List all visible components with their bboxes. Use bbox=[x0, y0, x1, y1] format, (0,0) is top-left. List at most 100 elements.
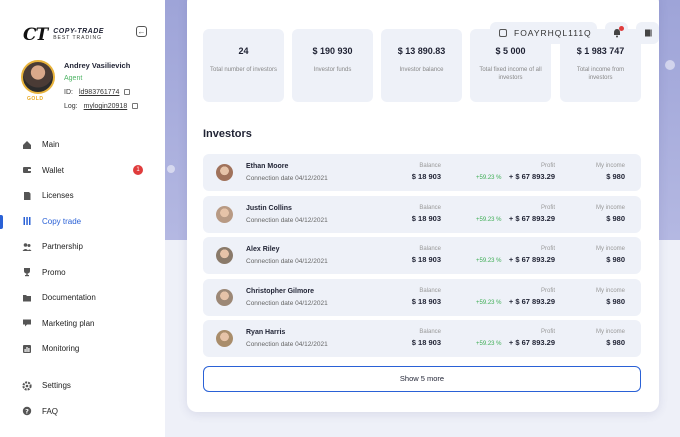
stat-value: $ 5 000 bbox=[495, 46, 526, 56]
sidebar-item-label: FAQ bbox=[42, 406, 59, 416]
profit-cell: Profit + $ 67 893.29 bbox=[503, 329, 555, 347]
balance-value: $ 18 903 bbox=[411, 172, 441, 181]
investor-name: Ryan Harris bbox=[246, 329, 286, 336]
investor-avatar bbox=[216, 205, 233, 223]
sidebar-item-marketing-plan[interactable]: Marketing plan bbox=[0, 311, 165, 337]
logo[interactable]: CT COPY-TRADE BEST TRADING bbox=[23, 25, 104, 45]
profit-percent: +59.23 % bbox=[476, 299, 502, 306]
profit-cell: Profit + $ 67 893.29 bbox=[503, 288, 555, 306]
stat-label: Investor funds bbox=[313, 67, 352, 73]
connection-date: Connection date 04/12/2021 bbox=[246, 341, 328, 348]
user-name: Andrey Vasilievich bbox=[64, 61, 131, 70]
sidebar-item-licenses[interactable]: Licenses bbox=[0, 183, 165, 209]
stat-value: $ 13 890.83 bbox=[397, 46, 446, 56]
profit-value: + $ 67 893.29 bbox=[508, 255, 555, 264]
collapse-sidebar-icon[interactable]: ← bbox=[136, 26, 147, 37]
investor-avatar bbox=[216, 247, 233, 264]
balance-cell: Balance $ 18 903 bbox=[409, 246, 441, 264]
income-header: My income bbox=[595, 204, 625, 211]
user-id-value[interactable]: ld983761774 bbox=[79, 89, 120, 96]
copy-trade-icon bbox=[22, 217, 32, 226]
sidebar-item-label: Promo bbox=[42, 267, 66, 277]
investor-name: Justin Collins bbox=[246, 204, 292, 212]
user-id-label: ID: bbox=[64, 89, 73, 96]
profit-percent: +59.23 % bbox=[476, 175, 502, 181]
income-header: My income bbox=[595, 287, 625, 294]
profit-percent: +59.23 % bbox=[476, 216, 502, 223]
stat-card: $ 13 890.83 Investor balance bbox=[381, 29, 462, 102]
profit-header: Profit bbox=[540, 287, 555, 294]
brand-name: COPY-TRADE bbox=[53, 28, 104, 35]
sidebar-item-label: Partnership bbox=[42, 242, 83, 252]
user-log-label: Log: bbox=[64, 103, 78, 110]
level-badge: GOLD bbox=[27, 96, 44, 102]
profit-header: Profit bbox=[540, 204, 555, 211]
profit-cell: Profit + $ 67 893.29 bbox=[503, 246, 555, 264]
investors-title: Investors bbox=[203, 128, 252, 140]
profit-header: Profit bbox=[540, 163, 555, 169]
investor-avatar bbox=[216, 330, 233, 347]
logout-button[interactable] bbox=[636, 22, 659, 44]
decor-dot bbox=[167, 165, 175, 173]
profit-percent: +59.23 % bbox=[476, 258, 502, 264]
income-cell: My income $ 980 bbox=[585, 288, 625, 306]
sidebar-item-label: Main bbox=[42, 140, 60, 150]
investor-name: Alex Riley bbox=[246, 246, 280, 253]
user-avatar[interactable] bbox=[21, 60, 55, 94]
stat-label: Total income from investors bbox=[576, 67, 625, 81]
profit-cell: Profit + $ 67 893.29 bbox=[503, 205, 555, 223]
sidebar-item-wallet[interactable]: Wallet 1 bbox=[0, 158, 165, 184]
sidebar-item-promo[interactable]: Promo bbox=[0, 260, 165, 286]
folder-icon bbox=[22, 293, 32, 302]
sidebar-item-label: Documentation bbox=[42, 293, 96, 303]
svg-text:?: ? bbox=[25, 408, 29, 416]
sidebar-item-documentation[interactable]: Documentation bbox=[0, 285, 165, 311]
balance-cell: Balance $ 18 903 bbox=[409, 163, 441, 181]
show-more-button[interactable]: Show 5 more bbox=[203, 366, 641, 392]
people-icon bbox=[22, 242, 32, 251]
copy-log-icon[interactable] bbox=[132, 103, 139, 110]
table-row[interactable]: Christopher Gilmore Connection date 04/12… bbox=[203, 278, 641, 316]
sidebar-item-label: Wallet bbox=[42, 165, 64, 175]
home-icon bbox=[22, 140, 32, 149]
sidebar-item-label: Licenses bbox=[42, 191, 74, 201]
notifications-button[interactable] bbox=[605, 22, 628, 44]
sidebar-item-label: Settings bbox=[42, 381, 71, 391]
investor-name: Christopher Gilmore bbox=[246, 287, 315, 295]
balance-cell: Balance $ 18 903 bbox=[409, 205, 441, 223]
balance-cell: Balance $ 18 903 bbox=[409, 329, 441, 347]
notification-dot bbox=[619, 26, 624, 31]
sidebar-item-partnership[interactable]: Partnership bbox=[0, 234, 165, 260]
sidebar-item-settings[interactable]: Settings bbox=[0, 373, 165, 399]
balance-header: Balance bbox=[419, 287, 441, 294]
income-header: My income bbox=[595, 246, 625, 252]
sidebar-item-faq[interactable]: ? FAQ bbox=[0, 399, 165, 425]
sidebar-item-monitoring[interactable]: Monitoring bbox=[0, 336, 165, 362]
balance-cell: Balance $ 18 903 bbox=[409, 288, 441, 306]
profit-value: + $ 67 893.29 bbox=[508, 213, 555, 223]
income-value: $ 980 bbox=[606, 213, 625, 223]
income-cell: My income $ 980 bbox=[585, 163, 625, 181]
table-row[interactable]: Ryan Harris Connection date 04/12/2021 Bal… bbox=[203, 320, 641, 357]
stat-label: Investor balance bbox=[399, 67, 444, 73]
sidebar-item-copy-trade[interactable]: Copy trade bbox=[0, 209, 165, 235]
chat-icon bbox=[22, 319, 32, 328]
chart-icon bbox=[22, 344, 32, 353]
table-row[interactable]: Alex Riley Connection date 04/12/2021 Bala… bbox=[203, 237, 641, 274]
decor-dot bbox=[665, 60, 675, 70]
copy-id-icon[interactable] bbox=[124, 89, 131, 96]
table-row[interactable]: Justin Collins Connection date 04/12/2021… bbox=[203, 195, 641, 233]
wallet-badge: 1 bbox=[133, 165, 143, 176]
profit-header: Profit bbox=[540, 329, 555, 335]
user-role: Agent bbox=[64, 75, 83, 82]
user-log-value[interactable]: mylogin20918 bbox=[84, 103, 128, 110]
income-cell: My income $ 980 bbox=[585, 205, 625, 223]
sidebar-item-main[interactable]: Main bbox=[0, 132, 165, 158]
table-row[interactable]: Ethan Moore Connection date 04/12/2021 Bal… bbox=[203, 154, 641, 191]
income-cell: My income $ 980 bbox=[585, 329, 625, 347]
stat-card: 24 Total number of investors bbox=[203, 29, 284, 102]
sidebar: CT COPY-TRADE BEST TRADING ← GOLD Andrey… bbox=[0, 0, 165, 437]
connection-date: Connection date 04/12/2021 bbox=[246, 175, 328, 182]
referral-code-chip[interactable]: FOAYRHQL111Q bbox=[490, 22, 597, 44]
profit-value: + $ 67 893.29 bbox=[508, 338, 555, 347]
